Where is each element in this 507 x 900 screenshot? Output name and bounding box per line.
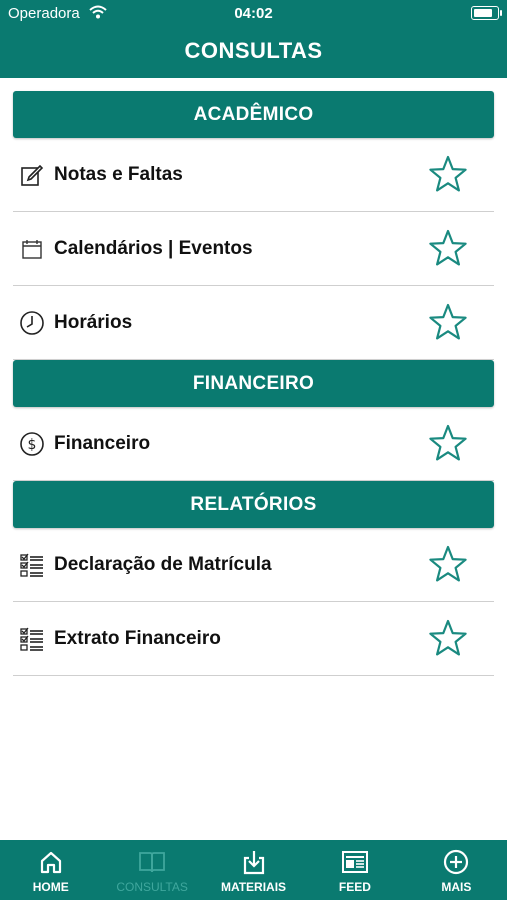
svg-text:$: $ <box>28 437 37 453</box>
tab-label: MAIS <box>441 880 472 894</box>
plus-circle-icon <box>443 849 469 875</box>
tab-label: MATERIAIS <box>220 880 287 894</box>
menu-item-label: Financeiro <box>54 432 151 454</box>
app-header: Operadora 04:02 CONSULTAS <box>0 0 507 78</box>
favorite-star-icon[interactable] <box>428 303 468 343</box>
download-icon <box>241 849 267 875</box>
menu-item-label: Calendários | Eventos <box>54 237 253 259</box>
checklist-icon <box>19 626 45 652</box>
section-header-academico: ACADÊMICO <box>13 91 494 138</box>
favorite-star-icon[interactable] <box>428 155 468 195</box>
menu-item-financeiro[interactable]: $ Financeiro <box>13 407 494 481</box>
favorite-star-icon[interactable] <box>428 229 468 269</box>
tab-label: CONSULTAS <box>116 880 188 894</box>
menu-item-notas-e-faltas[interactable]: Notas e Faltas <box>13 138 494 212</box>
status-bar: Operadora 04:02 <box>0 0 507 28</box>
menu-item-label: Notas e Faltas <box>54 163 183 185</box>
tab-label: FEED <box>338 880 371 894</box>
tab-feed[interactable]: FEED <box>304 840 405 900</box>
dollar-icon: $ <box>19 431 45 457</box>
clock-time: 04:02 <box>234 5 273 22</box>
tab-consultas[interactable]: CONSULTAS <box>101 840 202 900</box>
favorite-star-icon[interactable] <box>428 619 468 659</box>
checklist-icon <box>19 552 45 578</box>
section-header-relatorios: RELATÓRIOS <box>13 481 494 528</box>
clock-icon <box>19 310 45 336</box>
tab-materiais[interactable]: MATERIAIS <box>203 840 304 900</box>
tab-mais[interactable]: MAIS <box>406 840 507 900</box>
page-title: CONSULTAS <box>184 38 323 63</box>
menu-item-label: Horários <box>54 311 133 333</box>
section-header-financeiro: FINANCEIRO <box>13 360 494 407</box>
tab-label: HOME <box>32 880 69 894</box>
edit-icon <box>19 162 45 188</box>
calendar-icon <box>19 236 45 262</box>
menu-item-declaracao-de-matricula[interactable]: Declaração de Matrícula <box>13 528 494 602</box>
menu-item-calendarios-eventos[interactable]: Calendários | Eventos <box>13 212 494 286</box>
news-icon <box>341 849 369 875</box>
tab-bar: HOME CONSULTAS MATERIAIS FEED MAIS <box>0 840 507 900</box>
menu-item-horarios[interactable]: Horários <box>13 286 494 360</box>
battery-icon <box>471 6 502 20</box>
tab-home[interactable]: HOME <box>0 840 101 900</box>
book-icon <box>137 849 167 875</box>
menu-item-label: Extrato Financeiro <box>54 627 221 649</box>
consultas-list: ACADÊMICO Notas e Faltas Calendários | Eve… <box>13 91 494 676</box>
favorite-star-icon[interactable] <box>428 545 468 585</box>
home-icon <box>38 849 64 875</box>
menu-item-label: Declaração de Matrícula <box>54 553 272 575</box>
menu-item-extrato-financeiro[interactable]: Extrato Financeiro <box>13 602 494 676</box>
favorite-star-icon[interactable] <box>428 424 468 464</box>
